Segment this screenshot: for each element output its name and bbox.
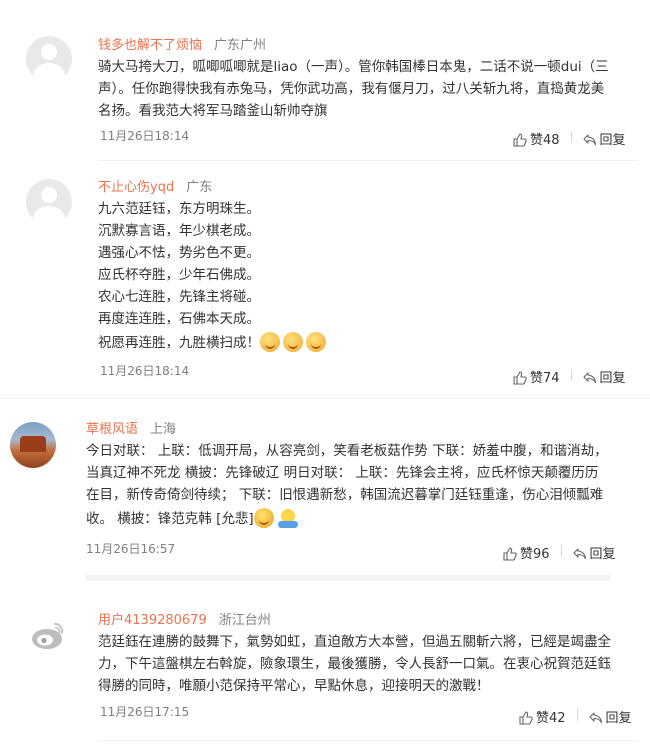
comment-line: 收。 横披：锋范克韩 [允悲]	[86, 506, 608, 532]
reply-arrow-icon	[572, 548, 586, 560]
thinking-emoji-icon	[253, 508, 274, 528]
avatar-head-shape	[41, 187, 57, 203]
section-separator	[86, 575, 610, 581]
reply-button[interactable]: 回复	[582, 367, 626, 386]
comment-text: 范廷鈺在連勝的鼓舞下，氣勢如虹，直迫敵方大本營，但過五關斬六將，已經是竭盡全 力…	[98, 631, 611, 697]
comment-timestamp: 11月26日18:14	[100, 129, 190, 143]
reply-label: 回复	[605, 711, 632, 726]
comment-actions: 赞42 回复	[519, 707, 632, 726]
comment-line: 名扬。看我范大将军马踏釜山斩帅夺旗	[98, 103, 328, 119]
comment-timestamp: 11月26日18:14	[100, 364, 190, 378]
comment-text: 今日对联： 上联：低调开局，从容亮剑，笑看老板菇作势 下联：娇羞中腹，和谐消劫，…	[86, 440, 608, 532]
reply-button[interactable]: 回复	[588, 707, 632, 726]
comment-line: 力，下午這盤棋左右斡旋，險象環生，最後獲勝，令人長舒一口氣。在衷心祝賀范廷鈺	[98, 656, 611, 672]
action-divider	[576, 709, 578, 721]
comment-divider	[98, 740, 638, 741]
comment-line: 范廷鈺在連勝的鼓舞下，氣勢如虹，直迫敵方大本營，但過五關斬六將，已經是竭盡全	[98, 634, 611, 650]
action-divider	[570, 131, 572, 143]
reply-label: 回复	[599, 371, 626, 386]
reply-arrow-icon	[588, 712, 602, 724]
avatar-body-shape	[33, 63, 65, 82]
comment-timestamp: 11月26日16:57	[86, 542, 176, 556]
like-button[interactable]: 赞74	[513, 367, 560, 386]
like-count: 赞42	[536, 711, 566, 726]
comment-header: 用户4139280679 浙江台州	[98, 609, 271, 628]
hug-emoji-icon	[277, 508, 299, 528]
comment-line-text: 祝愿再连胜，九胜横扫成！	[98, 335, 260, 351]
comment-line-text: 收。 横披：锋范克韩 [允悲]	[86, 511, 254, 527]
reply-label: 回复	[599, 133, 626, 148]
comment-timestamp: 11月26日17:15	[100, 705, 190, 719]
reply-label: 回复	[589, 547, 616, 562]
weibo-logo-icon	[27, 613, 71, 657]
comment-divider	[98, 160, 638, 161]
comment-line: 再度连连胜，石佛本天成。	[98, 311, 260, 327]
user-location: 广东	[186, 180, 213, 195]
comment-text: 骑大马挎大刀，呱唧呱唧就是liao（一声）。管你韩国棒日本鬼，二话不说一顿dui…	[98, 56, 609, 122]
avatar-rock-shape	[20, 436, 46, 452]
reply-arrow-icon	[582, 372, 596, 384]
avatar-head-shape	[41, 44, 57, 60]
comment-line: 应氏杯夺胜，少年石佛成。	[98, 267, 260, 283]
comment-header: 钱多也解不了烦恼 广东广州	[98, 34, 266, 53]
thumbs-up-icon	[519, 711, 533, 725]
comment-header: 草根风语 上海	[86, 418, 176, 437]
thumbs-up-icon	[513, 133, 527, 147]
like-button[interactable]: 赞96	[503, 543, 550, 562]
user-location: 上海	[150, 422, 177, 437]
comment-line: 沉默寡言语，年少棋老成。	[98, 223, 260, 239]
action-divider	[560, 545, 562, 557]
like-button[interactable]: 赞48	[513, 129, 560, 148]
reply-button[interactable]: 回复	[582, 129, 626, 148]
comment-line: 农心七连胜，先锋主将碰。	[98, 289, 260, 305]
user-location: 广东广州	[214, 38, 267, 53]
username-link[interactable]: 钱多也解不了烦恼	[98, 38, 202, 53]
comment-line: 遇强心不怯，势劣色不更。	[98, 245, 260, 261]
comment-line: 当真辽神不死龙 横披：先锋破辽 明日对联： 上联：先锋会主将，应氏杯惊天颠覆历历	[86, 465, 599, 481]
comment-header: 不止心伤yqd 广东	[98, 176, 212, 195]
shy-emoji-icon	[260, 332, 280, 352]
username-link[interactable]: 草根风语	[86, 422, 138, 437]
reply-button[interactable]: 回复	[572, 543, 616, 562]
like-button[interactable]: 赞42	[519, 707, 566, 726]
avatar[interactable]	[26, 179, 72, 225]
avatar[interactable]	[10, 422, 56, 468]
comment-line: 得勝的同時，唯願小范保持平常心，早點休息，迎接明天的激戰！	[98, 678, 490, 694]
thumbs-up-icon	[503, 547, 517, 561]
comment-actions: 赞96 回复	[503, 543, 616, 562]
username-link[interactable]: 用户4139280679	[98, 613, 207, 628]
thumbs-up-icon	[513, 371, 527, 385]
comment-line: 在目，新传奇倚剑待续； 下联：旧恨遇新愁，韩国流迟暮掌门廷钰重逢，伤心泪倾瓢难	[86, 487, 604, 503]
avatar[interactable]	[26, 36, 72, 82]
shy-emoji-icon	[283, 332, 303, 352]
avatar[interactable]	[26, 612, 72, 658]
comment-line: 骑大马挎大刀，呱唧呱唧就是liao（一声）。管你韩国棒日本鬼，二话不说一顿dui…	[98, 59, 609, 75]
action-divider	[570, 369, 572, 381]
username-link[interactable]: 不止心伤yqd	[98, 180, 174, 195]
comment-divider	[0, 398, 650, 399]
shy-emoji-icon	[306, 332, 326, 352]
comment-text: 九六范廷钰，东方明珠生。 沉默寡言语，年少棋老成。 遇强心不怯，势劣色不更。 应…	[98, 198, 329, 356]
comment-line: 九六范廷钰，东方明珠生。	[98, 201, 260, 217]
comment-line: 祝愿再连胜，九胜横扫成！	[98, 330, 329, 356]
like-count: 赞48	[530, 133, 560, 148]
comment-line: 今日对联： 上联：低调开局，从容亮剑，笑看老板菇作势 下联：娇羞中腹，和谐消劫，	[86, 443, 608, 459]
like-count: 赞74	[530, 371, 560, 386]
comment-line: 声）。任你跑得快我有赤兔马，凭你武功高，我有偃月刀，过八关斩九将，直捣黄龙美	[98, 81, 605, 97]
user-location: 浙江台州	[218, 613, 271, 628]
comment-actions: 赞48 回复	[513, 129, 626, 148]
reply-arrow-icon	[582, 134, 596, 146]
avatar-body-shape	[33, 206, 65, 225]
comment-actions: 赞74 回复	[513, 367, 626, 386]
like-count: 赞96	[520, 547, 550, 562]
